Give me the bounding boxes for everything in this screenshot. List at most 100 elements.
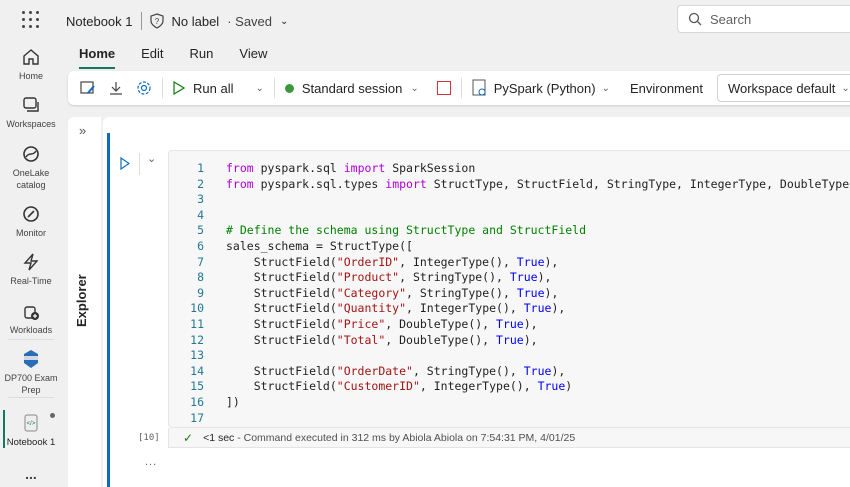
session-dropdown[interactable]: Standard session ⌄ [284,81,419,96]
code-editor[interactable]: 1 from pyspark.sql import SparkSession 2 fr… [180,161,849,426]
code-token: "OrderDate" [336,363,413,378]
play-icon [173,81,185,95]
code-token: , StringType(), [412,363,524,378]
code-line: 16]) [180,395,849,411]
search-input[interactable]: Search [677,5,850,33]
rail-item-dp700[interactable]: DP700 Exam Prep [0,349,62,396]
code-line: 9 StructField("Category", StringType(), … [180,286,849,302]
chevron-down-icon[interactable]: ⌄ [147,152,156,165]
line-number: 11 [190,316,204,331]
line-number: 13 [190,348,204,363]
sensitivity-label[interactable]: No label [172,14,220,29]
code-token: "Product" [336,270,400,285]
rail-item-workspaces[interactable]: Workspaces [0,95,62,130]
notebook-icon: </> [24,414,38,432]
tab-run[interactable]: Run [190,46,214,69]
code-token: import [343,161,386,175]
more-icon[interactable]: ... [0,467,62,481]
svg-text:?: ? [154,17,159,26]
chevron-down-icon[interactable]: ⌄ [255,83,263,94]
run-all-button[interactable]: Run all ⌄ [173,81,264,96]
code-token: True [516,254,545,269]
environment-dropdown[interactable]: Workspace default ⌄ [716,74,850,102]
code-token: ), [551,363,566,378]
session-status-dot [284,83,294,93]
workspaces-icon [23,97,39,112]
cell-more-icon[interactable]: ... [145,456,157,468]
tab-view[interactable]: View [239,46,267,69]
line-number: 8 [197,270,204,285]
line-number: 14 [190,363,204,378]
line-number: 16 [190,394,204,409]
rail-item-real-time[interactable]: Real-Time [0,252,62,287]
explorer-label[interactable]: Explorer [74,267,89,327]
code-token: StructField( [226,363,337,378]
code-line: 14 StructField("OrderDate", StringType()… [180,364,849,380]
chevron-down-icon: ⌄ [410,82,419,94]
language-icon [472,79,486,96]
rail-item-workloads[interactable]: Workloads [0,301,62,336]
svg-text:</>: </> [27,421,36,427]
top-bar: Notebook 1 ? No label · Saved ⌄ Search [0,0,850,40]
workloads-icon [24,306,39,320]
code-token: ]) [226,394,240,409]
code-token: ), [537,270,552,285]
gear-icon[interactable] [136,80,152,96]
code-token: pyspark.sql [253,161,344,175]
code-token: True [523,301,552,316]
execution-count: [10] [138,433,160,443]
search-placeholder: Search [710,11,752,27]
app-launcher-icon[interactable] [22,11,40,29]
code-token: ), [551,301,566,316]
code-token: , DoubleType(), [385,316,497,331]
code-token: "CustomerID" [336,379,420,394]
notebook-edit-icon[interactable] [80,80,96,96]
line-number: 6 [197,238,204,253]
line-number: 7 [197,254,204,269]
rail-item-monitor[interactable]: Monitor [0,204,62,239]
code-line: 8 StructField("Product", StringType(), T… [180,270,849,286]
code-token: # Define the schema using StructType and… [226,223,587,238]
code-token: , StringType(), [406,285,517,300]
saved-status[interactable]: · Saved [227,14,272,29]
code-token: ) [565,379,573,394]
code-line: 1 from pyspark.sql import SparkSession [180,161,849,177]
code-token: pyspark.sql.types [253,176,386,191]
tab-home[interactable]: Home [79,46,116,69]
code-token: StructField( [226,332,337,347]
language-dropdown[interactable]: PySpark (Python) ⌄ [472,79,610,97]
download-icon[interactable] [108,80,124,96]
rail-item-onelake[interactable]: OneLake catalog [0,144,62,191]
code-token: "Price" [336,316,386,331]
onelake-icon [23,146,39,162]
code-token: StructField( [226,270,337,285]
code-token: StructField( [226,285,337,300]
code-line: 5 # Define the schema using StructType an… [180,223,849,239]
divider [8,339,54,340]
line-number: 4 [197,207,204,222]
rail-item-home[interactable]: Home [0,47,62,82]
environment-label: Environment [629,80,703,96]
explorer-panel: » Explorer [68,117,101,487]
divider [8,397,54,398]
line-number: 15 [190,379,204,394]
badge-icon [24,350,38,368]
code-token: StructField( [226,379,337,394]
code-line: 3 [180,192,849,208]
chevron-down-icon[interactable]: ⌄ [280,16,288,27]
tab-edit[interactable]: Edit [141,46,163,69]
search-icon [688,12,702,26]
notebook-title[interactable]: Notebook 1 [66,14,133,29]
code-token: StructType, StructField, StringType, Int… [426,176,850,191]
code-token: "Category" [336,285,407,300]
title-area: Notebook 1 ? No label · Saved ⌄ [66,12,288,30]
divider [139,153,140,175]
stop-session-button[interactable] [436,81,451,95]
code-token: SparkSession [385,161,476,175]
expand-icon[interactable]: » [79,123,86,138]
line-number: 10 [190,301,204,316]
run-cell-icon[interactable] [120,157,130,170]
rail-item-notebook[interactable]: </> Notebook 1 [0,413,62,449]
code-token: "OrderID" [336,254,400,269]
code-token: , StringType(), [399,270,510,285]
